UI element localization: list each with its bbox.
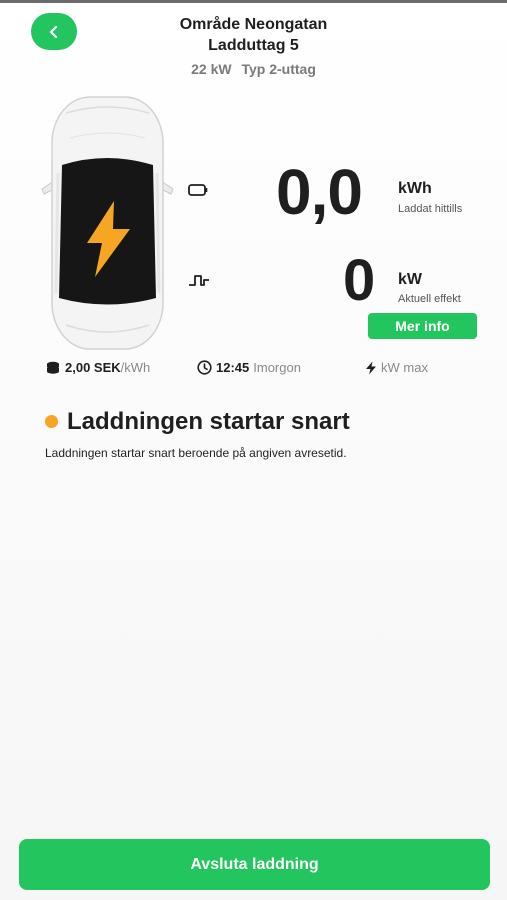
area-title: Område Neongatan [179,16,328,33]
energy-value: 0,0 [276,156,363,228]
status-title: Laddningen startar snart [67,408,350,435]
energy-label: Laddat hittills [398,203,463,215]
stop-charging-button[interactable]: Avsluta laddning [19,839,490,890]
info-row: 2,00 SEK/kWh 12:45 Imorgon kW max [0,360,507,380]
price-unit: /kWh [120,360,151,375]
battery-icon [188,184,208,196]
max-power-label: kW max [381,360,428,375]
coins-icon [47,361,59,374]
outlet-title: Ladduttag 5 [208,37,299,54]
pulse-icon [189,275,209,286]
energy-unit: kWh [398,180,432,197]
outlet-connector: Typ 2-uttag [241,61,316,77]
outlet-spec: 22 kW Typ 2-uttag [0,58,507,80]
status-description: Laddningen startar snart beroende på ang… [45,446,347,460]
price-info: 2,00 SEK/kWh [45,360,150,375]
time-day: Imorgon [253,360,301,375]
status-indicator [45,415,58,428]
power-label: Aktuell effekt [398,293,461,305]
price-value: 2,00 SEK [65,360,121,375]
car-illustration [41,96,174,350]
power-unit: kW [398,271,422,288]
time-value: 12:45 [216,360,250,375]
page-header: Område Neongatan Ladduttag 5 22 kW Typ 2… [0,14,507,80]
top-border [0,0,507,3]
outlet-power: 22 kW [191,61,232,77]
more-info-button[interactable]: Mer info [368,313,477,339]
clock-icon [197,360,212,375]
bolt-icon [366,361,376,374]
time-info: 12:45 Imorgon [197,360,301,375]
power-value: 0 [343,248,375,313]
max-power-info: kW max [365,360,428,375]
